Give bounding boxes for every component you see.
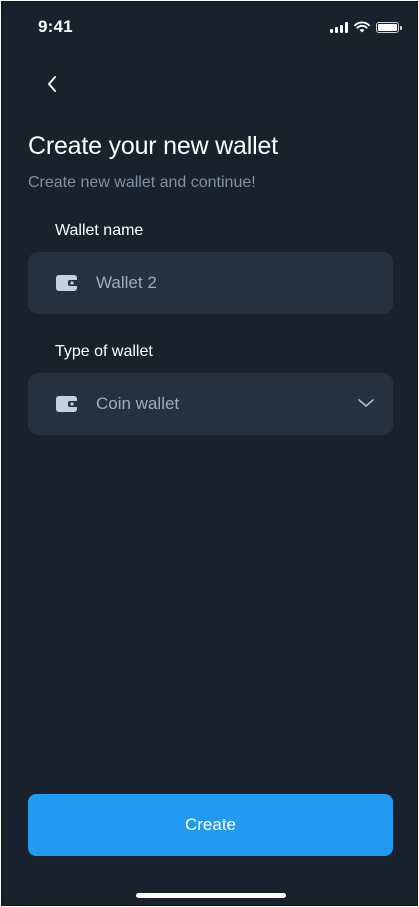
status-time: 9:41 — [38, 17, 73, 36]
wallet-type-value: Coin wallet — [96, 394, 180, 413]
chevron-left-icon — [48, 76, 56, 92]
status-icons — [330, 19, 402, 35]
chevron-down-icon — [358, 399, 374, 407]
battery-icon — [376, 21, 402, 33]
wallet-name-input[interactable] — [96, 273, 346, 293]
home-indicator — [136, 893, 286, 898]
wallet-icon — [56, 396, 79, 412]
wifi-icon — [354, 21, 370, 33]
app-screen: 9:41 Create your new wallet Create new w… — [1, 1, 418, 906]
wallet-name-field[interactable] — [28, 252, 393, 314]
back-button[interactable] — [38, 70, 66, 98]
cellular-signal-icon — [330, 21, 348, 33]
wallet-type-select[interactable]: Coin wallet — [28, 373, 393, 435]
page-title: Create your new wallet — [28, 132, 278, 160]
page-subtitle: Create new wallet and continue! — [28, 174, 256, 191]
wallet-icon — [56, 275, 79, 291]
status-bar: 9:41 — [2, 2, 417, 52]
wallet-name-label: Wallet name — [55, 222, 144, 239]
wallet-type-label: Type of wallet — [55, 343, 153, 360]
create-button[interactable]: Create — [28, 794, 393, 856]
